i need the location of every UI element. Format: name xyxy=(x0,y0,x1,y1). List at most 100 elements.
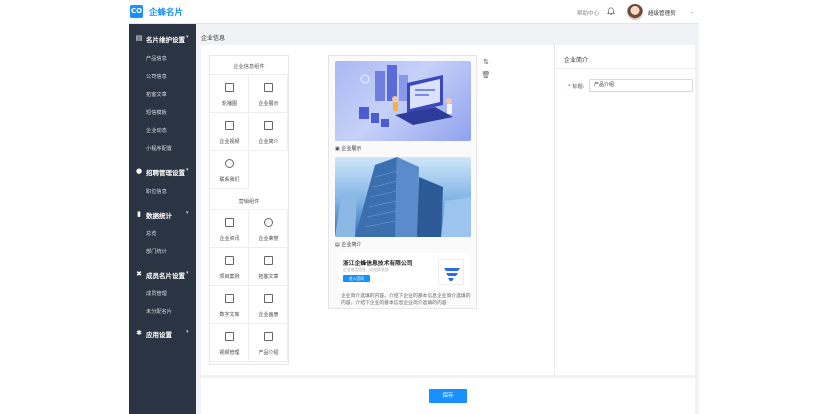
sidebar-item-dept-stats[interactable]: 部门统计 xyxy=(146,248,167,255)
sidebar-item-news[interactable]: 企业动态 xyxy=(146,127,167,134)
component-contact[interactable]: 联系我们 xyxy=(210,151,249,189)
isometric-office-illustration xyxy=(359,65,453,127)
news-icon xyxy=(225,218,234,227)
sidebar-group-label: 成员名片设置 xyxy=(146,272,185,280)
component-label: 企业视频 xyxy=(219,139,240,145)
module-label-intro: ▤ 企业简介 xyxy=(335,241,361,248)
component-honor[interactable]: 企业荣誉 xyxy=(249,210,288,248)
sidebar-item-articles[interactable]: 拓客文章 xyxy=(146,91,167,98)
video-settings-icon xyxy=(225,332,234,341)
component-label: 拓客文章 xyxy=(258,274,279,280)
sidebar-item-jobs[interactable]: 职位信息 xyxy=(146,188,167,195)
component-label: 项目案例 xyxy=(219,274,240,280)
chevron-down-icon: ▾ xyxy=(186,34,189,40)
sidebar-item-member-mgmt[interactable]: 成员管理 xyxy=(146,290,167,297)
component-label: 联系我们 xyxy=(219,177,240,183)
picture-icon xyxy=(264,294,273,303)
article-icon xyxy=(264,256,273,265)
sidebar-item-miniprogram[interactable]: 小程序配置 xyxy=(146,145,172,152)
tools-icon: ✖ xyxy=(136,270,142,278)
sidebar-group-card-settings[interactable]: ▤ 名片维护设置 ▾ xyxy=(129,28,196,48)
chevron-down-icon: ▾ xyxy=(186,329,189,335)
component-label: 企业简介 xyxy=(258,139,279,145)
sidebar: ▤ 名片维护设置 ▾ 产品信息 公司信息 拓客文章 短信模板 企业动态 小程序配… xyxy=(129,24,196,414)
component-cases[interactable]: 项目案例 xyxy=(210,248,249,286)
logo-icon: CO xyxy=(130,5,143,18)
video-icon xyxy=(225,121,234,130)
sidebar-group-label: 名片维护设置 xyxy=(146,36,185,44)
preview-tools: ⇅ 🗑 xyxy=(481,57,491,83)
company-card[interactable]: 浙江企蜂信息技术有限公司 企业电话信息，欢迎联系我 进入官网 xyxy=(338,253,470,291)
chevron-down-icon: ▾ xyxy=(186,210,189,216)
company-logo-icon xyxy=(438,259,464,285)
module-label-text: 企业展示 xyxy=(341,146,362,152)
brand-logo-glyph xyxy=(444,268,460,281)
sidebar-group-members[interactable]: ✖ 成员名片设置 ▾ xyxy=(129,264,196,284)
title-label-text: 标题: xyxy=(572,84,585,90)
trash-icon[interactable]: 🗑 xyxy=(481,70,491,80)
properties-title: 企业简介 xyxy=(564,57,589,64)
chevron-down-icon: ▾ xyxy=(186,167,189,173)
sidebar-item-sms[interactable]: 短信模板 xyxy=(146,109,167,116)
component-label: 企业展示 xyxy=(258,101,279,107)
app-name: 企蜂名片 xyxy=(149,8,184,18)
document-icon xyxy=(264,121,273,130)
component-carousel[interactable]: 轮播图 xyxy=(210,75,249,113)
component-video[interactable]: 企业视频 xyxy=(210,113,249,151)
sidebar-item-overview[interactable]: 总览 xyxy=(146,230,156,237)
image-icon xyxy=(225,83,234,92)
sidebar-group-label: 数据统计 xyxy=(146,212,172,220)
sidebar-item-products[interactable]: 产品信息 xyxy=(146,55,167,62)
enter-website-button[interactable]: 进入官网 xyxy=(343,275,370,282)
user-name[interactable]: 超级管理员 xyxy=(648,9,676,17)
top-bar: CO 企蜂名片 帮助中心 超级管理员 ⌄ xyxy=(129,0,699,24)
headset-icon xyxy=(225,159,234,168)
component-label: 视频管理 xyxy=(219,350,240,356)
footer-bar: 保存 xyxy=(201,378,695,414)
bar-chart-icon: ▮ xyxy=(137,210,141,218)
component-intro[interactable]: 企业简介 xyxy=(249,113,288,151)
main-panel: 企业信息组件 轮播图 企业展示 企业视频 企业简介 联系我们 营销组件 企业资讯… xyxy=(201,45,696,375)
component-product[interactable]: 产品介绍 xyxy=(249,324,288,362)
component-news[interactable]: 企业资讯 xyxy=(210,210,249,248)
sidebar-group-label: 应用设置 xyxy=(146,331,172,339)
sidebar-group-stats[interactable]: ▮ 数据统计 ▾ xyxy=(129,204,196,224)
help-center-link[interactable]: 帮助中心 xyxy=(577,9,599,17)
component-articles[interactable]: 拓客文章 xyxy=(249,248,288,286)
card-icon: ▤ xyxy=(135,34,143,42)
carousel-banner-image[interactable] xyxy=(335,61,471,141)
company-intro-text: 企业简介选填的内容。介绍下企业的基本信息企业简介选填的内容。介绍下企业的基本信息… xyxy=(341,294,471,306)
component-label: 企业荣誉 xyxy=(258,236,279,242)
component-library-docs[interactable]: 数字文库 xyxy=(210,286,249,324)
section-title: 企业信息组件 xyxy=(233,64,265,70)
chevron-down-icon[interactable]: ⌄ xyxy=(690,9,694,15)
sidebar-group-app-settings[interactable]: ✱ 应用设置 ▾ xyxy=(129,323,196,343)
sidebar-group-label: 招聘管理设置 xyxy=(146,169,185,177)
component-label: 产品介绍 xyxy=(258,350,279,356)
component-label: 轮播图 xyxy=(221,101,237,107)
component-label: 企业资讯 xyxy=(219,236,240,242)
folder-icon xyxy=(225,256,234,265)
showcase-building-image[interactable] xyxy=(335,157,471,237)
component-video-mgmt[interactable]: 视频管理 xyxy=(210,324,249,362)
sidebar-item-unassigned[interactable]: 未分配名片 xyxy=(146,308,172,315)
sidebar-item-company[interactable]: 公司信息 xyxy=(146,73,167,80)
avatar[interactable] xyxy=(627,4,643,20)
sidebar-group-recruit[interactable]: ● 招聘管理设置 ▾ xyxy=(129,161,196,181)
medal-icon xyxy=(264,218,273,227)
component-showcase[interactable]: 企业展示 xyxy=(249,75,288,113)
properties-panel: 企业简介 * 标题: 产品介绍 xyxy=(554,45,696,375)
component-album[interactable]: 企业画册 xyxy=(249,286,288,324)
component-label: 企业画册 xyxy=(258,312,279,318)
company-subtitle: 企业电话信息，欢迎联系我 xyxy=(343,267,389,272)
bell-icon[interactable] xyxy=(607,7,615,16)
sort-icon[interactable]: ⇅ xyxy=(481,57,491,67)
save-button[interactable]: 保存 xyxy=(429,389,467,403)
component-label: 数字文库 xyxy=(219,312,240,318)
module-label-showcase: ▣ 企业展示 xyxy=(335,145,361,152)
users-icon: ● xyxy=(135,167,143,175)
divider xyxy=(555,68,696,69)
chevron-down-icon: ▾ xyxy=(186,270,189,276)
title-input[interactable]: 产品介绍 xyxy=(589,79,693,92)
gear-icon: ✱ xyxy=(136,329,142,337)
